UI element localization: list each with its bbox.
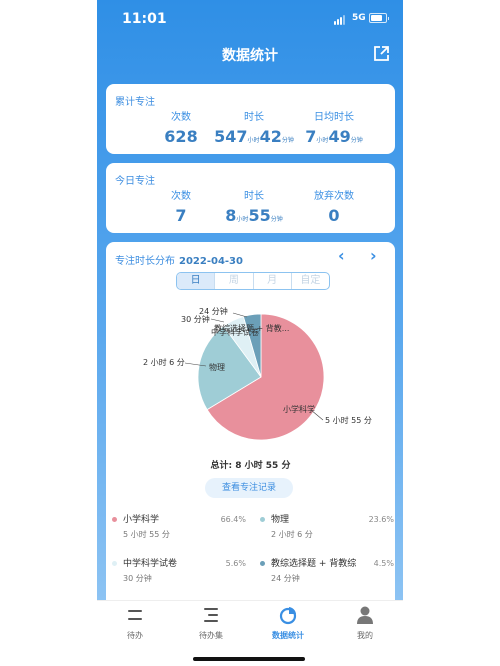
- legend-item: 中学科学试卷 30 分钟 5.6%: [112, 556, 262, 590]
- today-card: 今日专注 次数 7 时长 8小时55分钟 放弃次数 0: [106, 163, 395, 233]
- prev-date-button[interactable]: ‹: [338, 246, 345, 265]
- legend-name: 物理: [271, 515, 290, 525]
- legend-dot: [112, 517, 117, 522]
- cumulative-duration: 时长 547小时42分钟: [214, 108, 294, 146]
- legend-duration: 2 小时 6 分: [271, 530, 313, 539]
- status-time: 11:01: [122, 11, 167, 27]
- cumulative-title: 累计专注: [115, 97, 155, 108]
- today-duration: 时长 8小时55分钟: [214, 187, 294, 225]
- phone-screen: 11:01 5G 数据统计 累计专注 次数 628 时长 547小时42分钟 日…: [97, 0, 403, 666]
- slice-time-label: 24 分钟: [199, 306, 228, 316]
- legend-duration: 30 分钟: [123, 574, 152, 583]
- segment-day[interactable]: 日: [177, 273, 215, 289]
- distribution-card: 专注时长分布 2022-04-30 ‹ › 日 周 月 自定 小学科学 5 小时 5…: [106, 242, 395, 600]
- today-count: 次数 7: [141, 187, 221, 225]
- signal-icon: [334, 14, 348, 25]
- legend-name: 教综选择题 + 背教综: [271, 559, 357, 569]
- legend-percent: 4.5%: [373, 559, 394, 568]
- daily-label: 日均时长: [314, 112, 354, 123]
- tab-label: 待办集: [199, 631, 223, 640]
- legend-name: 小学科学: [123, 515, 160, 525]
- segment-week[interactable]: 周: [214, 273, 252, 289]
- segment-month[interactable]: 月: [252, 273, 291, 289]
- count-label: 次数: [171, 112, 191, 123]
- slice-time-label: 5 小时 55 分: [325, 415, 372, 425]
- legend-percent: 23.6%: [368, 515, 394, 524]
- duration-value: 547小时42分钟: [214, 127, 294, 146]
- legend-percent: 66.4%: [220, 515, 246, 524]
- tab-statistics[interactable]: 数据统计: [250, 605, 326, 641]
- total-duration: 总计: 8 小时 55 分: [210, 461, 291, 471]
- legend-percent: 5.6%: [225, 559, 246, 568]
- tab-todo[interactable]: 待办: [97, 605, 173, 641]
- leader-line: [310, 409, 324, 421]
- tab-label: 我的: [357, 631, 373, 640]
- abandon-value: 0: [328, 206, 340, 225]
- abandon-label: 放弃次数: [314, 191, 354, 202]
- legend-item: 教综选择题 + 背教综 24 分钟 4.5%: [260, 556, 403, 590]
- slice-time-label: 2 小时 6 分: [143, 357, 185, 367]
- page-title: 数据统计: [222, 48, 278, 64]
- todo-icon: [128, 610, 142, 620]
- period-segmented-control: 日 周 月 自定: [176, 272, 330, 290]
- leader-line: [232, 312, 248, 318]
- view-records-button[interactable]: 查看专注记录: [205, 478, 293, 498]
- leader-line: [210, 318, 225, 323]
- duration-label: 时长: [244, 112, 264, 123]
- next-date-button[interactable]: ›: [370, 246, 377, 265]
- distribution-title: 专注时长分布: [115, 256, 175, 267]
- segment-custom[interactable]: 自定: [290, 273, 329, 289]
- distribution-header: 专注时长分布 2022-04-30: [115, 252, 243, 267]
- count-label: 次数: [171, 191, 191, 202]
- cumulative-count: 次数 628: [141, 108, 221, 146]
- home-indicator: [193, 657, 305, 661]
- count-value: 628: [164, 127, 198, 146]
- tab-label: 数据统计: [272, 631, 304, 640]
- legend-dot: [112, 561, 117, 566]
- network-label: 5G: [352, 13, 366, 23]
- slice-label: 小学科学: [283, 404, 315, 414]
- slice-label: 教综选择题 + 背教...: [214, 323, 289, 333]
- legend-item: 小学科学 5 小时 55 分 66.4%: [112, 512, 262, 546]
- status-bar: 11:01 5G: [97, 0, 403, 40]
- slice-label: 物理: [209, 362, 225, 372]
- legend-item: 物理 2 小时 6 分 23.6%: [260, 512, 403, 546]
- duration-label: 时长: [244, 191, 264, 202]
- person-icon: [357, 606, 373, 624]
- cumulative-daily: 日均时长 7小时49分钟: [294, 108, 374, 146]
- pie-chart: 小学科学5 小时 55 分物理2 小时 6 分中学科学试卷30 分钟教综选择题 …: [143, 306, 372, 441]
- legend-dot: [260, 561, 265, 566]
- tab-todo-set[interactable]: 待办集: [173, 605, 249, 641]
- daily-value: 7小时49分钟: [305, 127, 363, 146]
- tab-label: 待办: [127, 631, 143, 640]
- today-abandon: 放弃次数 0: [294, 187, 374, 225]
- legend-duration: 24 分钟: [271, 574, 300, 583]
- share-icon[interactable]: [373, 45, 390, 62]
- pie-chart-icon: [279, 607, 297, 625]
- todo-set-icon: [204, 608, 218, 622]
- legend-name: 中学科学试卷: [123, 559, 178, 569]
- legend-dot: [260, 517, 265, 522]
- cumulative-card: 累计专注 次数 628 时长 547小时42分钟 日均时长 7小时49分钟: [106, 84, 395, 154]
- legend-duration: 5 小时 55 分: [123, 530, 170, 539]
- battery-icon: [369, 13, 389, 23]
- tab-profile[interactable]: 我的: [327, 605, 403, 641]
- count-value: 7: [175, 206, 187, 225]
- duration-value: 8小时55分钟: [225, 206, 283, 225]
- distribution-date: 2022-04-30: [179, 256, 243, 267]
- today-title: 今日专注: [115, 176, 155, 187]
